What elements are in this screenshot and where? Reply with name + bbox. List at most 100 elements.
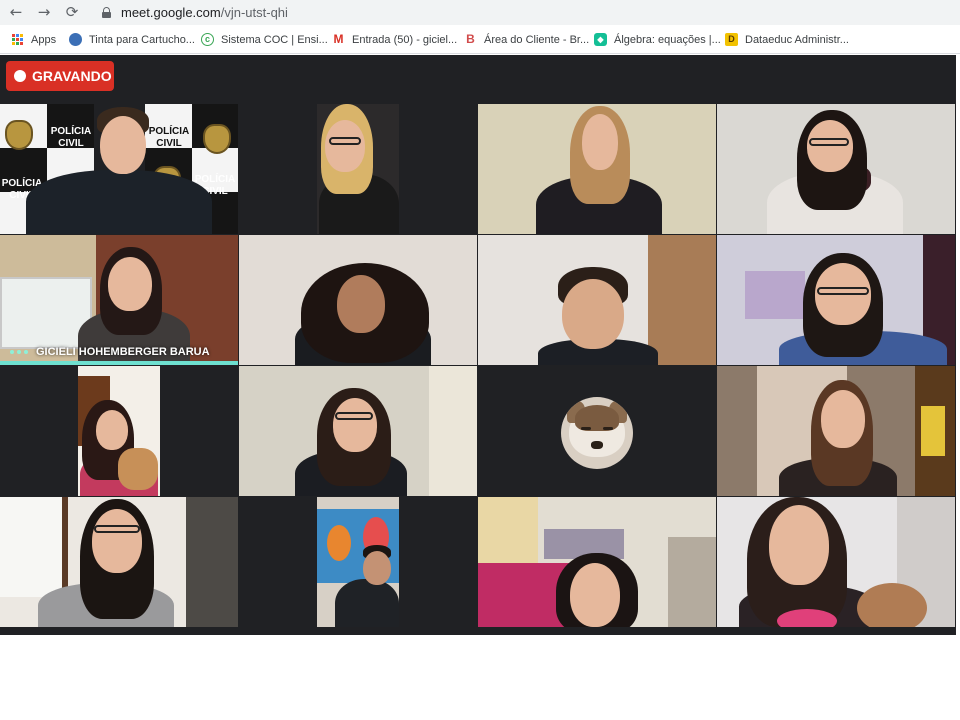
bookmark-apps[interactable]: Apps: [12, 31, 56, 48]
wall-panel: [429, 366, 477, 496]
police-text-line: POLÍCIA: [194, 174, 236, 185]
glasses: [94, 525, 140, 533]
participant-face: [108, 257, 152, 311]
record-dot-icon: [14, 70, 26, 82]
participant-tile-8[interactable]: [717, 235, 955, 365]
second-person-head: [857, 583, 927, 627]
participant-tile-12[interactable]: [717, 366, 955, 496]
participant-body: [26, 170, 212, 234]
participant-tile-13[interactable]: [0, 497, 238, 627]
participant-face: [562, 279, 624, 349]
d-icon: D: [725, 33, 738, 46]
shelf-decor: [745, 271, 805, 319]
globe-icon: [69, 33, 82, 46]
glasses: [335, 412, 373, 420]
dog-eye: [603, 427, 613, 430]
browser-address-bar: ← → ⟳ meet.google.com/vjn-utst-qhi: [0, 0, 960, 25]
participant-tile-10[interactable]: [239, 366, 477, 496]
participant-tile-11[interactable]: [478, 366, 716, 496]
participant-tile-2[interactable]: [239, 104, 477, 234]
desk: [668, 537, 716, 627]
police-text: POLÍCIA CIVIL: [48, 126, 94, 150]
url-bar[interactable]: meet.google.com/vjn-utst-qhi: [92, 1, 960, 24]
recording-badge[interactable]: GRAVANDO: [6, 61, 114, 91]
bookmark-algebra[interactable]: ◆ Álgebra: equações |...: [594, 31, 721, 48]
bookmark-label: Álgebra: equações |...: [614, 33, 721, 46]
bookshelf: [648, 235, 716, 365]
participant-tile-15[interactable]: [478, 497, 716, 627]
participant-tile-1[interactable]: POLÍCIA CIVIL POLÍCIA CIVIL POLÍCIA CIVIL P…: [0, 104, 238, 234]
participant-tile-4[interactable]: [717, 104, 955, 234]
police-badge-icon: [203, 124, 231, 154]
recording-label: GRAVANDO: [32, 68, 112, 84]
bookmark-label: Apps: [31, 33, 57, 46]
participant-face: [333, 398, 377, 452]
bookmark-sistema-coc[interactable]: c Sistema COC | Ensi...: [201, 31, 328, 48]
police-text-line: CIVIL: [156, 138, 182, 149]
lock-icon[interactable]: [102, 7, 111, 18]
participant-name-label: GICIELI HOHEMBERGER BARUA: [10, 346, 210, 358]
bookmark-area-cliente[interactable]: B Área do Cliente - Br...: [464, 31, 589, 48]
bookmark-label: Sistema COC | Ensi...: [221, 33, 328, 46]
url-domain: meet.google.com: [121, 5, 221, 20]
pet-dog: [118, 448, 158, 490]
participant-face: [807, 120, 853, 172]
b-icon: B: [466, 32, 475, 46]
forward-icon[interactable]: →: [34, 2, 54, 22]
police-badge-icon: [5, 120, 33, 150]
mirror: [186, 497, 238, 627]
url-path: /vjn-utst-qhi: [220, 5, 288, 20]
glasses: [817, 287, 869, 295]
participant-face: [325, 120, 365, 172]
police-text-line: POLÍCIA: [148, 126, 190, 137]
participant-tile-6[interactable]: [239, 235, 477, 365]
participant-face: [363, 551, 391, 585]
participant-tile-9[interactable]: [0, 366, 238, 496]
police-text-line: POLÍCIA: [50, 126, 92, 137]
police-text-line: CIVIL: [58, 138, 84, 149]
glasses: [809, 138, 849, 146]
participant-face: [337, 275, 385, 333]
bookmark-gmail[interactable]: M Entrada (50) - giciel...: [332, 31, 458, 48]
bookmark-dataeduc[interactable]: D Dataeduc Administr...: [725, 31, 849, 48]
back-icon[interactable]: ←: [6, 2, 26, 22]
participant-name: GICIELI HOHEMBERGER BARUA: [36, 346, 210, 358]
participant-face: [570, 563, 620, 627]
stained-glass-panel: [921, 406, 945, 456]
dog-nose: [591, 441, 603, 449]
participant-tile-7[interactable]: [478, 235, 716, 365]
meet-grid-area: GRAVANDO POLÍCIA CIVIL POLÍCIA CIVIL POLÍC…: [0, 55, 956, 635]
bookmarks-bar: Apps Tinta para Cartucho... c Sistema CO…: [0, 25, 960, 54]
wolf-dog-avatar: [561, 397, 633, 469]
coc-icon: c: [201, 33, 214, 46]
gmail-icon: M: [333, 32, 344, 46]
window: [0, 497, 68, 597]
participant-face: [821, 390, 865, 448]
bookmark-label: Entrada (50) - giciel...: [352, 33, 458, 46]
audio-indicator-icon: [10, 350, 28, 354]
pink-object: [777, 609, 837, 627]
participant-face: [96, 410, 128, 450]
participant-face: [92, 509, 142, 573]
khan-icon: ◆: [594, 33, 607, 46]
dog-eye: [581, 427, 591, 430]
painting-flower: [327, 525, 351, 561]
apps-grid-icon: [12, 34, 23, 45]
participant-face: [769, 505, 829, 585]
participant-tile-5[interactable]: GICIELI HOHEMBERGER BARUA: [0, 235, 238, 365]
police-text: POLÍCIA CIVIL: [146, 126, 192, 150]
participant-face: [582, 114, 618, 170]
bookmark-label: Área do Cliente - Br...: [484, 33, 590, 46]
participant-body: [335, 579, 399, 627]
participant-tile-16[interactable]: [717, 497, 955, 627]
bookmark-label: Tinta para Cartucho...: [89, 33, 195, 46]
url-text[interactable]: meet.google.com/vjn-utst-qhi: [121, 5, 288, 20]
participant-face: [100, 116, 146, 174]
reload-icon[interactable]: ⟳: [62, 2, 82, 22]
participant-tile-3[interactable]: [478, 104, 716, 234]
active-speaker-bar: [0, 361, 238, 365]
glasses: [329, 137, 361, 145]
participant-tile-14[interactable]: [239, 497, 477, 627]
bookmark-tinta[interactable]: Tinta para Cartucho...: [69, 31, 195, 48]
bookmark-label: Dataeduc Administr...: [745, 33, 849, 46]
